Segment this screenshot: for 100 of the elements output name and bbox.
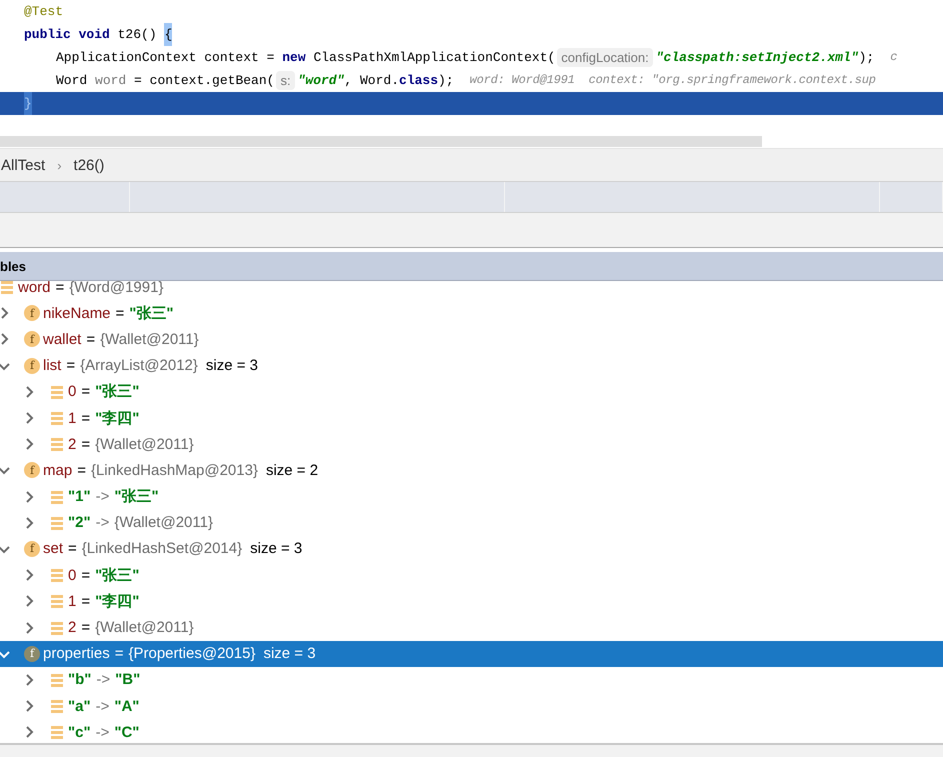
field-icon: f xyxy=(24,305,40,322)
variable-name: word xyxy=(18,281,51,296)
variable-name: 2 xyxy=(68,619,76,636)
variable-value: "C" xyxy=(114,724,140,741)
variable-text: word xyxy=(95,72,126,90)
field-icon: f xyxy=(24,646,40,662)
operator-text: = xyxy=(81,410,90,427)
operator-text: = xyxy=(56,281,64,296)
operator-text: -> xyxy=(96,671,110,688)
variable-name: "2" xyxy=(68,514,91,532)
variable-value: {ArrayList@2012} xyxy=(80,357,198,374)
variable-value: {LinkedHashSet@2014} xyxy=(82,540,242,558)
keyword-text: class xyxy=(399,72,438,90)
variable-value: {Wallet@2011} xyxy=(114,514,213,532)
code-text: = context.getBean( xyxy=(133,72,274,90)
tree-row[interactable]: "c" -> "C" xyxy=(0,719,943,743)
variable-value: "李四" xyxy=(95,592,140,611)
operator-text: = xyxy=(81,566,90,584)
inline-value: c xyxy=(890,49,898,66)
size-text: size = 2 xyxy=(266,462,318,479)
string-literal: "word" xyxy=(298,72,344,90)
field-icon: f xyxy=(24,462,40,478)
breadcrumb-item[interactable]: t26() xyxy=(74,156,104,174)
variable-name: "1" xyxy=(68,488,91,506)
operator-text: -> xyxy=(96,514,110,532)
tree-row[interactable]: 1 = "李四" xyxy=(0,404,943,432)
list-icon xyxy=(49,410,65,426)
variable-name: map xyxy=(43,462,72,479)
tree-row[interactable]: 0 = "张三" xyxy=(0,562,943,588)
tree-row[interactable]: 1 = "李四" xyxy=(0,588,943,614)
operator-text: = xyxy=(81,436,90,453)
variable-value: {LinkedHashMap@2013} xyxy=(90,462,258,479)
variable-name: nikeName xyxy=(43,304,111,322)
field-icon: f xyxy=(24,540,40,557)
tree-row[interactable]: f set = {LinkedHashSet@2014} size = 3 xyxy=(0,536,943,562)
variable-name: 1 xyxy=(68,592,76,610)
tree-row[interactable]: f wallet = {Wallet@2011} xyxy=(0,326,943,353)
variable-value: "李四" xyxy=(95,408,140,428)
tree-row[interactable]: "a" -> "A" xyxy=(0,693,943,720)
operator-text: -> xyxy=(96,698,110,715)
operator-text: = xyxy=(81,592,90,610)
variable-name: 2 xyxy=(68,436,76,453)
list-icon xyxy=(49,698,65,714)
variable-value: {Wallet@2011} xyxy=(95,619,194,636)
variable-name: 1 xyxy=(68,410,76,427)
operator-text: = xyxy=(86,330,96,348)
tree-row[interactable]: f map = {LinkedHashMap@2013} size = 2 xyxy=(0,457,943,484)
list-icon xyxy=(49,620,65,636)
code-text: ); xyxy=(858,49,874,67)
list-icon xyxy=(49,488,65,505)
brace-text: { xyxy=(164,23,172,46)
list-icon xyxy=(49,436,65,452)
tree-row[interactable]: 2 = {Wallet@2011} xyxy=(0,431,943,458)
variable-value: {Properties@2015} xyxy=(128,645,256,662)
operator-text: = xyxy=(114,645,124,662)
tree-row[interactable]: 2 = {Wallet@2011} xyxy=(0,614,943,641)
variable-name: 0 xyxy=(68,383,76,400)
variable-value: "张三" xyxy=(114,487,159,506)
keyword-text: new xyxy=(282,49,306,67)
code-text: ClassPathXmlApplicationContext( xyxy=(312,49,556,67)
variable-name: 0 xyxy=(68,566,76,584)
scrollbar[interactable] xyxy=(0,136,762,147)
variable-name: "b" xyxy=(68,671,92,688)
size-text: size = 3 xyxy=(263,645,316,662)
list-icon xyxy=(49,567,65,584)
field-icon: f xyxy=(24,331,40,348)
variable-value: {Wallet@2011} xyxy=(95,436,194,453)
tree-row[interactable]: f nikeName = "张三" xyxy=(0,300,943,326)
operator-text: = xyxy=(81,383,90,400)
code-text: ); xyxy=(438,72,454,90)
keyword-text: public void xyxy=(24,26,110,44)
tree-row[interactable]: word = {Word@1991} xyxy=(0,281,943,300)
list-icon xyxy=(49,593,65,610)
tree-row[interactable]: "1" -> "张三" xyxy=(0,484,943,510)
tree-row[interactable]: f properties = {Properties@2015} size = 3 xyxy=(0,640,943,667)
variable-value: "A" xyxy=(114,698,140,715)
variable-value: {Wallet@2011} xyxy=(100,330,199,348)
variable-value: "张三" xyxy=(95,382,140,402)
tree-row[interactable]: f list = {ArrayList@2012} size = 3 xyxy=(0,352,943,379)
breadcrumb-item[interactable]: AllTest xyxy=(1,156,46,174)
code-text: ApplicationContext context = xyxy=(56,49,276,67)
variable-value: "张三" xyxy=(95,566,140,585)
list-icon xyxy=(49,724,65,740)
brace-text: } xyxy=(24,92,32,115)
operator-text: -> xyxy=(96,724,110,741)
breadcrumb-separator: › xyxy=(57,158,62,172)
parameter-hint: configLocation: xyxy=(557,48,653,67)
operator-text: = xyxy=(68,540,77,558)
code-text: Word xyxy=(56,72,88,90)
tree-row[interactable]: 0 = "张三" xyxy=(0,378,943,405)
list-icon xyxy=(49,514,65,531)
tree-row[interactable]: "b" -> "B" xyxy=(0,666,943,693)
tree-row[interactable]: "2" -> {Wallet@2011} xyxy=(0,510,943,536)
variable-name: list xyxy=(43,357,62,374)
field-icon: f xyxy=(24,358,40,374)
operator-text: = xyxy=(66,357,76,374)
string-literal: "classpath:setInject2.xml" xyxy=(656,49,859,67)
operator-text: -> xyxy=(96,488,110,506)
variable-name: "a" xyxy=(68,698,91,715)
list-icon xyxy=(49,672,65,688)
